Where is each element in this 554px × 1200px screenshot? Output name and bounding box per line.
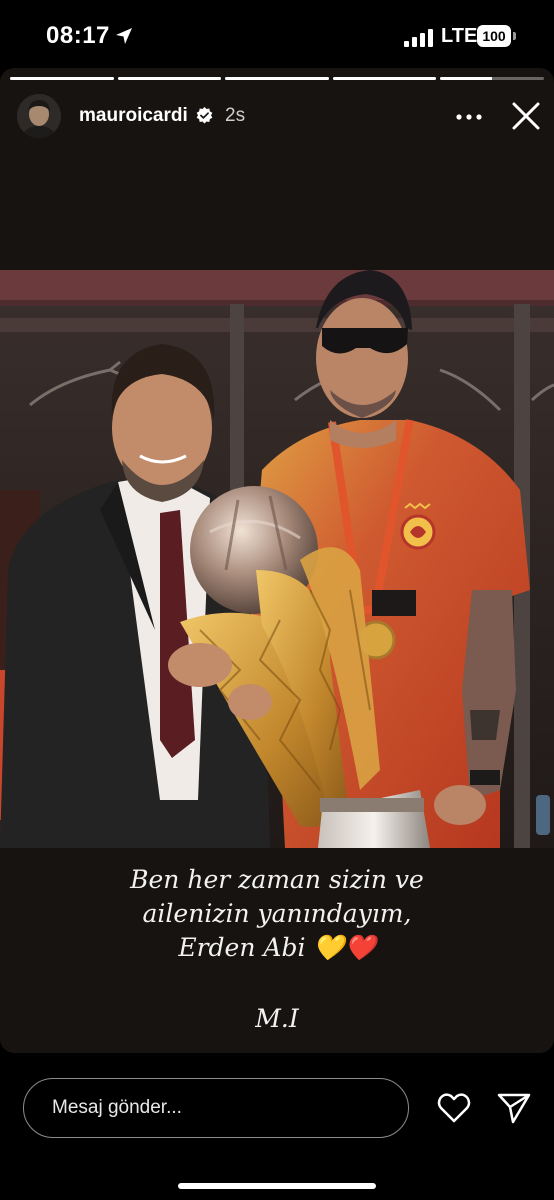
status-time: 08:17 xyxy=(46,22,110,49)
story-progress xyxy=(10,77,544,80)
story-photo xyxy=(0,270,554,848)
close-icon[interactable] xyxy=(510,100,542,132)
caption-line: ailenizin yanındayım, xyxy=(142,899,412,928)
progress-segment xyxy=(117,77,222,80)
avatar[interactable] xyxy=(17,94,61,138)
story-photo-illustration xyxy=(0,270,554,848)
progress-segment xyxy=(10,77,114,80)
progress-segment xyxy=(332,77,437,80)
progress-segment xyxy=(225,77,329,80)
story-username[interactable]: mauroicardi xyxy=(79,105,188,127)
signal-icon xyxy=(404,29,433,47)
story-header: mauroicardi 2s xyxy=(0,92,554,140)
more-icon[interactable] xyxy=(456,114,482,120)
battery-level: 100 xyxy=(477,25,511,47)
verified-badge-icon xyxy=(196,107,213,124)
story-view[interactable]: mauroicardi 2s Ben her zaman sizin ve ai… xyxy=(0,68,554,1053)
heart-icon[interactable] xyxy=(437,1092,471,1124)
send-icon[interactable] xyxy=(497,1092,531,1124)
message-input[interactable] xyxy=(23,1078,409,1138)
story-caption: Ben her zaman sizin ve ailenizin yanında… xyxy=(0,863,554,965)
caption-signature: M.I xyxy=(255,1004,299,1033)
story-time-ago: 2s xyxy=(225,105,246,126)
caption-line: Ben her zaman sizin ve xyxy=(130,865,424,894)
battery-icon: 100 xyxy=(477,25,517,47)
story-reply-bar xyxy=(0,1060,554,1200)
battery-tip xyxy=(513,32,516,40)
progress-segment xyxy=(440,77,544,80)
network-type: LTE xyxy=(441,25,478,47)
home-indicator[interactable] xyxy=(178,1183,376,1189)
location-arrow-icon xyxy=(116,28,132,44)
caption-line: Erden Abi 💛❤️ xyxy=(178,933,376,962)
progress-fill xyxy=(10,77,114,80)
progress-fill xyxy=(225,77,329,80)
progress-fill xyxy=(117,77,222,80)
progress-fill xyxy=(332,77,437,80)
avatar-image xyxy=(17,94,61,138)
progress-fill xyxy=(440,77,493,80)
status-bar: 08:17 LTE 100 xyxy=(0,0,554,70)
